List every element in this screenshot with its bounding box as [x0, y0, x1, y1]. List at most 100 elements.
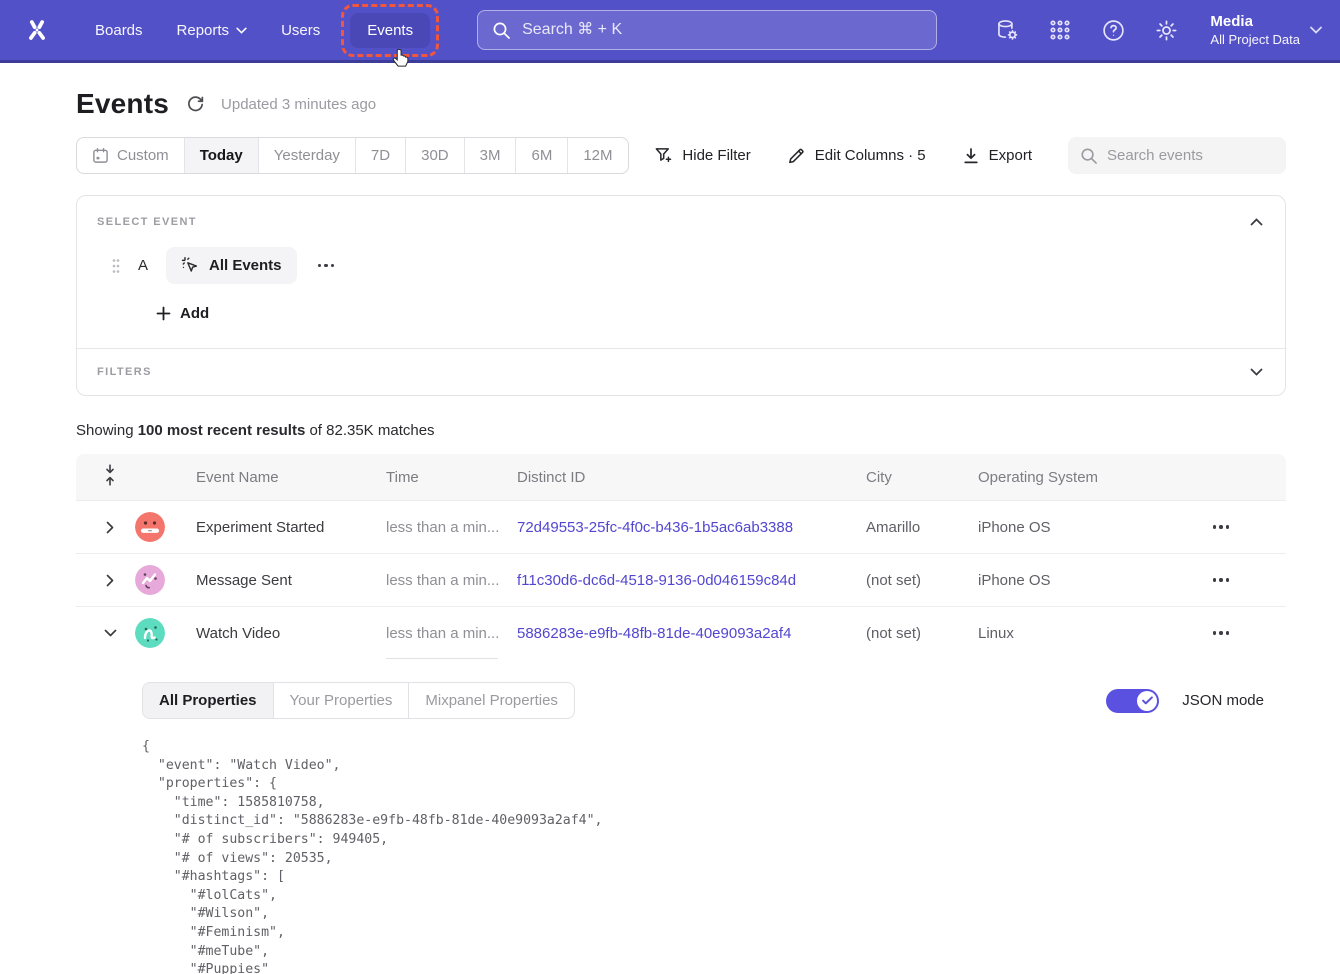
col-city[interactable]: City — [866, 469, 978, 486]
event-os: iPhone OS — [978, 519, 1156, 536]
col-os[interactable]: Operating System — [978, 469, 1156, 486]
date-today[interactable]: Today — [185, 138, 259, 173]
event-selector-pill[interactable]: All Events — [166, 247, 297, 284]
event-avatar — [135, 565, 165, 595]
events-annotation-box: Events — [341, 4, 439, 57]
results-prefix: Showing — [76, 422, 138, 439]
select-event-label: SELECT EVENT — [97, 216, 197, 228]
event-os: Linux — [978, 625, 1156, 642]
add-label: Add — [180, 305, 209, 322]
search-events-input[interactable] — [1107, 147, 1274, 164]
search-icon — [492, 21, 511, 40]
sort-order-icon[interactable] — [103, 464, 117, 490]
collapse-section-icon[interactable] — [1247, 213, 1265, 231]
export-label: Export — [989, 147, 1032, 164]
event-city: (not set) — [866, 625, 978, 642]
table-row-expanded[interactable]: Watch Video less than a min... 5886283e-… — [76, 606, 1286, 659]
event-more-actions-icon[interactable] — [314, 260, 339, 272]
date-custom[interactable]: Custom — [77, 138, 185, 173]
date-7d[interactable]: 7D — [356, 138, 406, 173]
nav-item-boards[interactable]: Boards — [78, 12, 160, 49]
filters-label: FILTERS — [97, 366, 152, 378]
row-more-actions-icon[interactable] — [1209, 521, 1234, 533]
events-table: Event Name Time Distinct ID City Operati… — [76, 454, 1286, 974]
tab-all-properties[interactable]: All Properties — [143, 683, 274, 718]
date-3m[interactable]: 3M — [465, 138, 517, 173]
drag-handle-icon[interactable] — [112, 258, 120, 274]
json-mode-toggle[interactable] — [1106, 689, 1159, 713]
hide-filter-button[interactable]: Hide Filter — [654, 146, 750, 165]
updated-status: Updated 3 minutes ago — [221, 96, 376, 113]
distinct-id-link[interactable]: f11c30d6-dc6d-4518-9136-0d046159c84d — [517, 572, 866, 589]
project-scope: All Project Data — [1210, 31, 1300, 48]
distinct-id-link[interactable]: 72d49553-25fc-4f0c-b436-1b5ac6ab3388 — [517, 519, 866, 536]
settings-gear-icon[interactable] — [1153, 17, 1179, 43]
json-mode-label: JSON mode — [1182, 692, 1264, 709]
col-distinct-id[interactable]: Distinct ID — [517, 469, 866, 486]
event-row-letter: A — [137, 257, 149, 274]
chevron-down-icon — [1310, 26, 1322, 34]
help-icon[interactable] — [1100, 17, 1126, 43]
primary-nav: Boards Reports Users Events — [78, 4, 443, 57]
event-city: (not set) — [866, 572, 978, 589]
results-suffix: of 82.35K matches — [305, 422, 434, 439]
sparkle-cursor-icon — [181, 256, 200, 275]
table-row[interactable]: Message Sent less than a min... f11c30d6… — [76, 553, 1286, 606]
main-content: Events Updated 3 minutes ago Custom Toda… — [76, 88, 1286, 974]
page-title: Events — [76, 88, 169, 120]
row-more-actions-icon[interactable] — [1209, 627, 1234, 639]
results-summary: Showing 100 most recent results of 82.35… — [76, 422, 1286, 439]
project-switcher[interactable]: Media All Project Data — [1210, 12, 1322, 48]
event-city: Amarillo — [866, 519, 978, 536]
date-yesterday[interactable]: Yesterday — [259, 138, 356, 173]
download-icon — [962, 147, 980, 165]
calendar-icon — [92, 147, 109, 164]
event-json-view: { "event": "Watch Video", "properties": … — [142, 738, 1266, 974]
expand-row-icon[interactable] — [103, 573, 117, 587]
date-30d[interactable]: 30D — [406, 138, 465, 173]
event-os: iPhone OS — [978, 572, 1156, 589]
row-more-actions-icon[interactable] — [1209, 574, 1234, 586]
expand-row-icon[interactable] — [103, 520, 117, 534]
collapse-row-icon[interactable] — [103, 626, 117, 640]
event-time: less than a min... — [386, 501, 517, 553]
date-range-segmented: Custom Today Yesterday 7D 30D 3M 6M 12M — [76, 137, 629, 174]
search-events-box[interactable] — [1068, 137, 1286, 174]
nav-item-reports[interactable]: Reports — [160, 12, 265, 49]
global-search-input[interactable] — [522, 21, 922, 39]
tab-your-properties[interactable]: Your Properties — [274, 683, 410, 718]
mixpanel-logo-icon[interactable] — [14, 7, 60, 53]
event-details-panel: All Properties Your Properties Mixpanel … — [76, 659, 1286, 974]
edit-columns-button[interactable]: Edit Columns · 5 — [787, 146, 926, 165]
top-navbar: Boards Reports Users Events — [0, 0, 1340, 63]
plus-icon — [156, 306, 171, 321]
col-event-name[interactable]: Event Name — [196, 469, 386, 486]
expand-filters-icon[interactable] — [1247, 363, 1265, 381]
apps-grid-icon[interactable] — [1047, 17, 1073, 43]
nav-item-reports-label: Reports — [177, 22, 230, 39]
hand-cursor-icon — [390, 47, 411, 74]
global-search[interactable] — [477, 10, 937, 50]
tab-mixpanel-properties[interactable]: Mixpanel Properties — [409, 683, 574, 718]
navbar-right-group: Media All Project Data — [994, 12, 1340, 48]
refresh-icon[interactable] — [184, 93, 206, 115]
nav-item-events[interactable]: Events — [350, 13, 430, 48]
event-time: less than a min... — [386, 607, 517, 659]
filters-section-toggle[interactable]: FILTERS — [77, 349, 1285, 395]
date-12m[interactable]: 12M — [568, 138, 627, 173]
check-icon — [1142, 696, 1153, 705]
project-name: Media — [1210, 12, 1300, 31]
data-management-icon[interactable] — [994, 17, 1020, 43]
results-count: 100 most recent results — [138, 422, 306, 439]
col-time[interactable]: Time — [386, 469, 517, 486]
date-6m[interactable]: 6M — [516, 138, 568, 173]
toggle-knob — [1137, 691, 1157, 711]
nav-item-users[interactable]: Users — [264, 12, 337, 49]
event-name: Experiment Started — [196, 519, 386, 536]
event-name: Message Sent — [196, 572, 386, 589]
distinct-id-link[interactable]: 5886283e-e9fb-48fb-81de-40e9093a2af4 — [517, 625, 866, 642]
export-button[interactable]: Export — [962, 147, 1032, 165]
event-pill-label: All Events — [209, 257, 282, 274]
table-row[interactable]: Experiment Started less than a min... 72… — [76, 500, 1286, 553]
add-event-button[interactable]: Add — [156, 305, 209, 322]
